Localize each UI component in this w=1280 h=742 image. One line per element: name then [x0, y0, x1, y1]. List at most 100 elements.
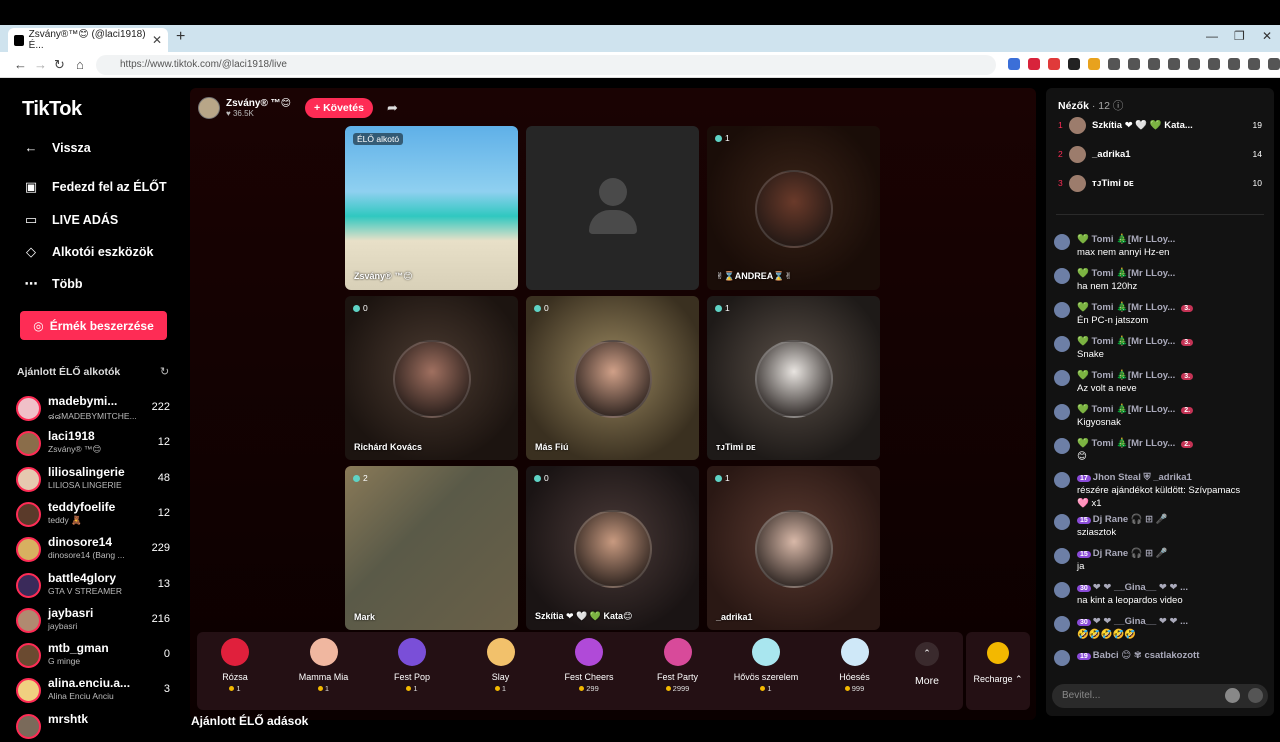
guest-tile[interactable]: 1 ✌⌛ANDREA⌛✌ — [707, 126, 880, 290]
nav-creator-tools[interactable]: ◇ Alkotói eszközök — [22, 244, 153, 260]
chat-user-text: 💚 Tomi 🎄[Mr LLoy... — [1077, 268, 1176, 279]
creator-name[interactable]: mtb_gman — [48, 641, 109, 655]
emoji-icon[interactable] — [1225, 688, 1240, 703]
creator-item[interactable]: battle4glory GTA V STREAMER 13 — [16, 569, 176, 601]
gift-item[interactable]: Rózsa 1 — [195, 638, 275, 693]
creator-name[interactable]: dinosore14 — [48, 535, 112, 549]
maximize-icon[interactable]: ❐ — [1234, 29, 1245, 43]
guest-tile[interactable]: 1 _adrika1 — [707, 466, 880, 630]
share-icon[interactable] — [1228, 58, 1240, 70]
close-window-icon[interactable]: ✕ — [1262, 29, 1272, 43]
viewer-dot-icon — [353, 474, 360, 482]
nav-explore-live[interactable]: ▣ Fedezd fel az ÉLŐT — [22, 179, 167, 195]
creator-item[interactable]: madebymi... ๘๘MADEBYMITCHE... 222 — [16, 392, 176, 424]
creator-item[interactable]: mrshtk — [16, 710, 176, 742]
gift-item[interactable]: Fest Pop 1 — [372, 638, 452, 693]
viewer-name: ᴛᴊTimi ᴅᴇ — [1092, 178, 1134, 189]
url-input[interactable]: https://www.tiktok.com/@laci1918/live — [96, 55, 996, 75]
recharge-button[interactable]: Recharge ⌃ — [966, 632, 1030, 710]
host-name[interactable]: Zsvány® ™😊 — [226, 98, 291, 109]
top-viewer-row[interactable]: 2 _adrika1 14 — [1056, 145, 1270, 165]
top-viewer-row[interactable]: 3 ᴛᴊTimi ᴅᴇ 10 — [1056, 174, 1270, 194]
creator-name[interactable]: battle4glory — [48, 571, 116, 585]
send-icon[interactable] — [1248, 688, 1263, 703]
creator-name[interactable]: laci1918 — [48, 429, 95, 443]
guest-tile[interactable]: 0 Más Fiú — [526, 296, 699, 460]
creator-name[interactable]: liliosalingerie — [48, 465, 125, 479]
extension-icon[interactable] — [1068, 58, 1080, 70]
creator-avatar[interactable] — [16, 396, 41, 421]
guest-tile[interactable]: 2 Mark — [345, 466, 518, 630]
viewer-count: 12 — [157, 506, 170, 519]
creator-avatar[interactable] — [16, 431, 41, 457]
close-tab-icon[interactable]: ✕ — [152, 33, 162, 47]
nav-more[interactable]: ⋯ Több — [22, 276, 83, 292]
creator-name[interactable]: alina.enciu.a... — [48, 676, 130, 690]
guest-tile[interactable]: 1 ᴛᴊTimi ᴅᴇ — [707, 296, 880, 460]
playlist-icon[interactable] — [1148, 58, 1160, 70]
guest-tile[interactable]: 0 Szkítia ❤ 🤍 💚 Kata😊 — [526, 466, 699, 630]
shield-icon[interactable] — [1248, 58, 1260, 70]
level-badge: 19 — [1077, 653, 1091, 660]
sidebar-icon[interactable] — [1168, 58, 1180, 70]
creator-item[interactable]: dinosore14 dinosore14 (Bang ... 229 — [16, 533, 176, 565]
share-icon[interactable]: ➦ — [387, 100, 398, 116]
creator-name[interactable]: teddyfoelife — [48, 500, 115, 514]
hls-icon[interactable] — [1048, 58, 1060, 70]
tiktok-logo[interactable]: TikTok — [22, 98, 82, 121]
reload-icon[interactable]: ↻ — [54, 57, 65, 73]
extension-icons — [1008, 58, 1280, 70]
gift-item[interactable]: Fest Party 2999 — [638, 638, 718, 693]
refresh-icon[interactable]: ↻ — [160, 365, 169, 378]
gift-item[interactable]: Hővös szerelem 1 — [726, 638, 806, 693]
guest-tile[interactable]: ÉLŐ alkotó Zsvány® ™😊 — [345, 126, 518, 290]
home-icon[interactable]: ⌂ — [76, 57, 84, 72]
host-avatar[interactable] — [198, 97, 220, 119]
creator-name[interactable]: mrshtk — [48, 712, 88, 726]
creator-item[interactable]: alina.enciu.a... Alina Enciu Anciu 3 — [16, 674, 176, 706]
creator-avatar[interactable] — [16, 643, 41, 669]
creator-avatar[interactable] — [16, 713, 41, 739]
creator-item[interactable]: mtb_gman G minge 0 — [16, 639, 176, 671]
guest-tile[interactable] — [526, 126, 699, 290]
browser-tab[interactable]: Zsvány®™😊 (@laci1918) É... ✕ — [8, 28, 168, 52]
follow-button[interactable]: + Követés — [305, 98, 373, 118]
puzzle-icon[interactable] — [1128, 58, 1140, 70]
forward-icon[interactable]: → — [34, 57, 47, 72]
creator-item[interactable]: liliosalingerie LILIOSA LINGERIE 48 — [16, 463, 176, 495]
nav-live-broadcast[interactable]: ▭ LIVE ADÁS — [22, 212, 118, 228]
creator-avatar[interactable] — [16, 466, 41, 492]
chat-username: 💚 Tomi 🎄[Mr LLoy... 3. — [1077, 370, 1194, 381]
creator-item[interactable]: jaybasri jaybasri 216 — [16, 604, 176, 636]
wallet-icon[interactable] — [1188, 58, 1200, 70]
extension-icon[interactable] — [1108, 58, 1120, 70]
gift-item[interactable]: Mamma Mia 1 — [284, 638, 364, 693]
creator-avatar[interactable] — [16, 607, 41, 633]
extension-k-icon[interactable] — [1028, 58, 1040, 70]
new-tab-icon[interactable]: + — [176, 28, 185, 46]
more-gifts-button[interactable]: ⌃ More — [906, 642, 948, 687]
creator-avatar[interactable] — [16, 678, 41, 704]
creator-name[interactable]: jaybasri — [48, 606, 93, 620]
gift-item[interactable]: Fest Cheers 299 — [549, 638, 629, 693]
gift-item[interactable]: Hóesés 999 — [815, 638, 895, 693]
tab-strip: Zsvány®™😊 (@laci1918) É... ✕ + — ❐ ✕ — [0, 25, 1280, 52]
creator-name[interactable]: madebymi... — [48, 394, 117, 408]
guest-tile[interactable]: 0 Richárd Kovács — [345, 296, 518, 460]
translate-icon[interactable] — [1008, 58, 1020, 70]
download-icon[interactable] — [1208, 58, 1220, 70]
extension-icon[interactable] — [1088, 58, 1100, 70]
back-nav[interactable]: ← Vissza — [22, 140, 91, 155]
creator-item[interactable]: teddyfoelife teddy 🧸 12 — [16, 498, 176, 530]
back-icon[interactable]: ← — [14, 57, 27, 72]
creator-avatar[interactable] — [16, 537, 41, 563]
menu-icon[interactable] — [1268, 58, 1280, 70]
creator-avatar[interactable] — [16, 572, 41, 598]
top-viewer-row[interactable]: 1 Szkítia ❤ 🤍 💚 Kata... 19 — [1056, 116, 1270, 136]
get-coins-button[interactable]: ◎ Érmék beszerzése — [20, 311, 167, 340]
gift-item[interactable]: Slay 1 — [461, 638, 541, 693]
creator-item[interactable]: laci1918 Zsvány® ™😊 12 — [16, 427, 176, 459]
chat-user-text: 💚 Tomi 🎄[Mr LLoy... — [1077, 404, 1176, 415]
minimize-icon[interactable]: — — [1206, 29, 1218, 43]
creator-avatar[interactable] — [16, 501, 41, 527]
